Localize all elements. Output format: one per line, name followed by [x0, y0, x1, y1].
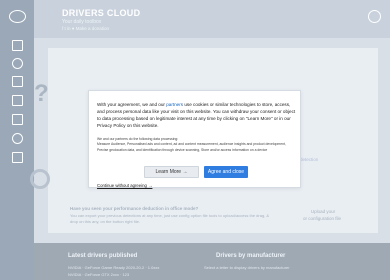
consent-intro: With your agreement, we and our: [97, 102, 167, 107]
user-circle-icon[interactable]: [368, 10, 381, 23]
learn-more-button[interactable]: Learn More →: [144, 166, 199, 178]
sidebar: [0, 0, 34, 280]
help-question-icon: ?: [34, 80, 49, 107]
grid-icon[interactable]: [12, 95, 23, 106]
performance-circle-icon: [30, 169, 50, 189]
upload-sub: or configuration file: [302, 216, 342, 221]
settings-icon[interactable]: [12, 133, 23, 144]
latest-driver-line[interactable]: NVIDIA · GeForce GTX 2xxx · 123: [68, 272, 129, 277]
agree-and-close-button[interactable]: Agree and close: [204, 166, 248, 178]
perf-title: Have you seen your performance deduction…: [70, 206, 199, 211]
search-icon[interactable]: [12, 58, 23, 69]
by-manufacturer-title: Drivers by manufacturer: [216, 253, 286, 259]
processing-purposes: We and our partners do the following dat…: [97, 137, 301, 153]
detection-link[interactable]: detection: [300, 157, 318, 162]
social-links[interactable]: f t in ● Make a donation: [62, 26, 109, 31]
upload-label[interactable]: Upload your: [298, 209, 348, 216]
by-manufacturer-sub: Select a letter to display drivers by ma…: [204, 265, 290, 270]
cookie-consent-dialog: With your agreement, we and our partners…: [88, 90, 301, 188]
continue-without-agreeing-link[interactable]: Continue without agreeing →: [97, 183, 152, 188]
purposes-line: Precise geolocation data, and identifica…: [97, 147, 268, 152]
header: DRIVERS CLOUD Your daily toolbox f t in …: [34, 0, 390, 38]
monitor-icon[interactable]: [12, 114, 23, 125]
purposes-line: Measure Audience, Personalised ads and c…: [97, 142, 286, 147]
chart-icon[interactable]: [12, 76, 23, 87]
partners-link[interactable]: partners: [166, 102, 183, 107]
brand-title[interactable]: DRIVERS CLOUD: [62, 8, 140, 18]
latest-driver-line[interactable]: NVIDIA · GeForce Game Ready 2020-20-2 · …: [68, 265, 159, 270]
consent-text: With your agreement, we and our partners…: [97, 101, 297, 129]
latest-drivers-title: Latest drivers published: [68, 253, 138, 259]
menu-icon[interactable]: [12, 40, 23, 51]
chat-icon[interactable]: [12, 152, 23, 163]
tagline: Your daily toolbox: [62, 19, 102, 25]
perf-body: You can export your previous detections …: [70, 213, 270, 224]
chat-bubble-logo-icon[interactable]: [9, 10, 26, 23]
